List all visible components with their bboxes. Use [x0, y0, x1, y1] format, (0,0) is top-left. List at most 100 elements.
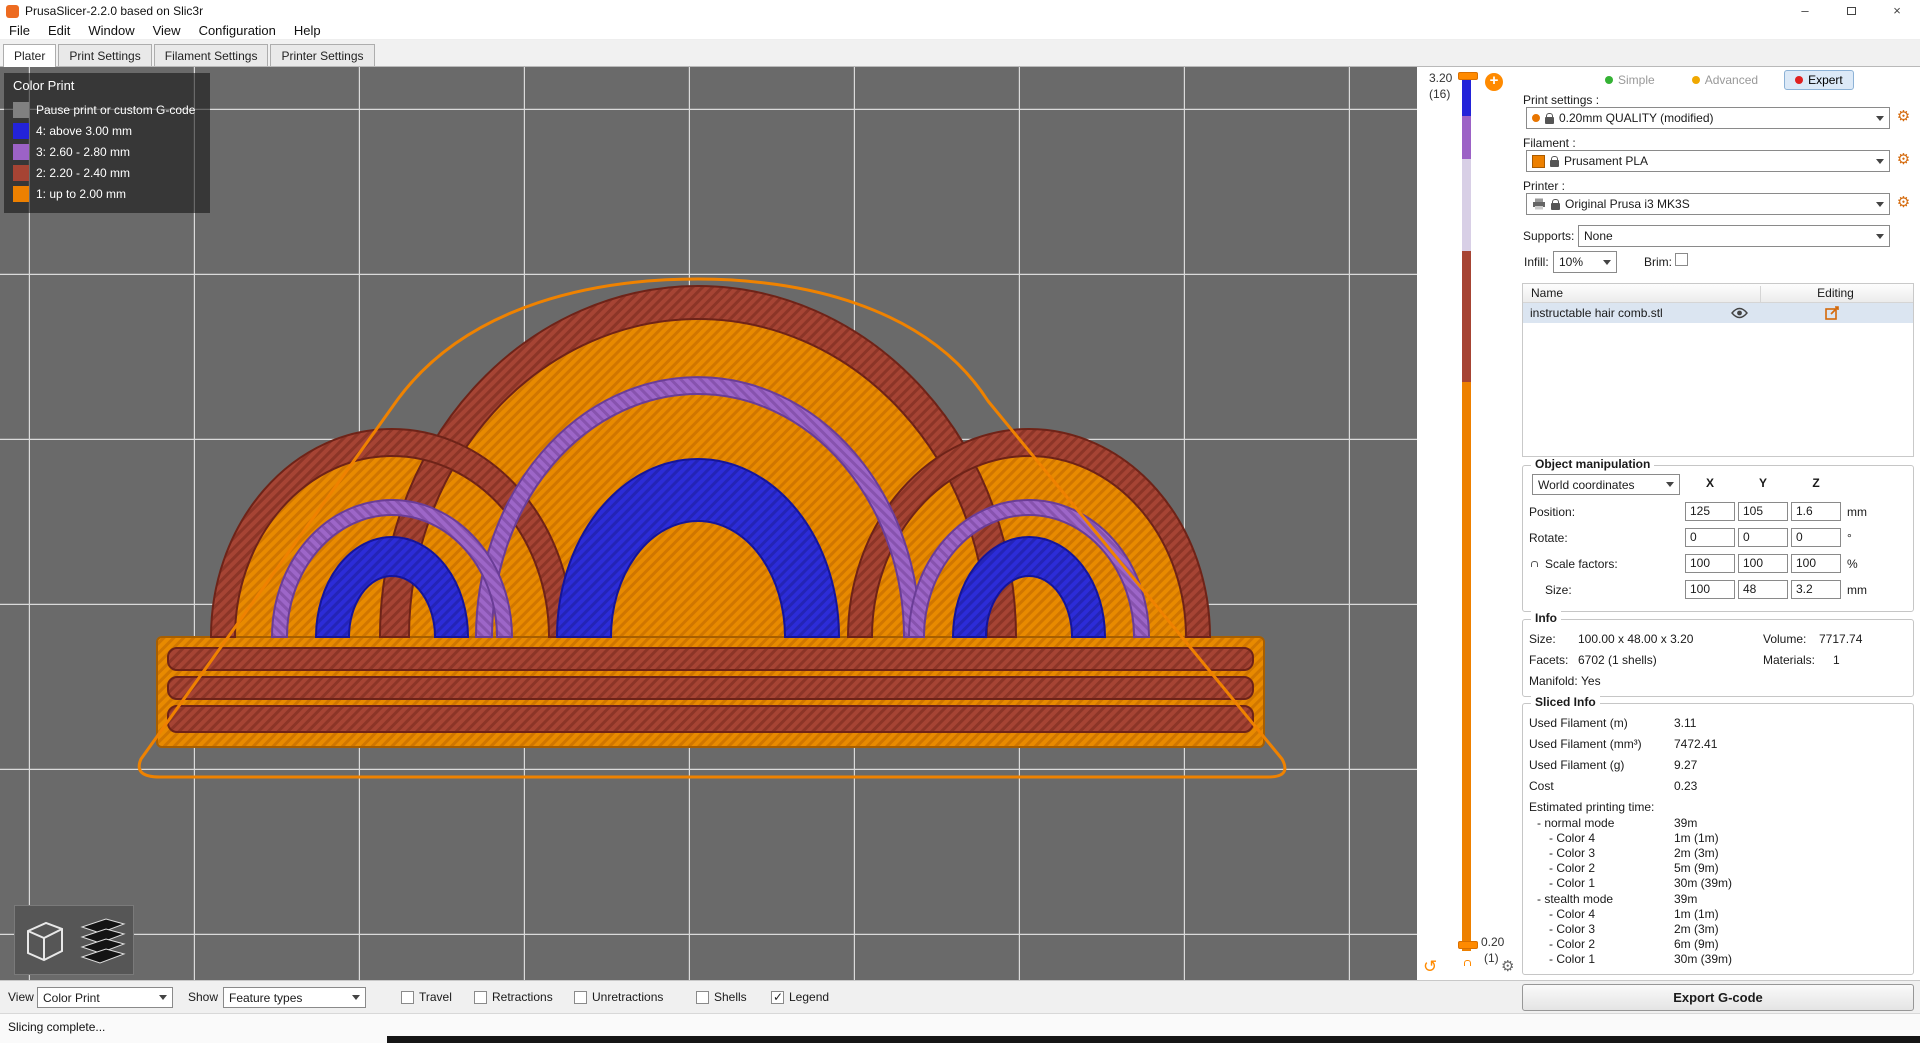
supports-label: Supports:: [1523, 229, 1575, 243]
scale-x-input[interactable]: 100: [1685, 554, 1735, 573]
slider-settings-gear-icon[interactable]: ⚙: [1501, 957, 1514, 975]
legend-swatch-color1: [13, 185, 29, 202]
mode-advanced[interactable]: Advanced: [1681, 70, 1769, 90]
time-row-label: - Color 2: [1549, 861, 1596, 875]
rotate-z-input[interactable]: 0: [1791, 528, 1841, 547]
slider-top-handle[interactable]: [1458, 72, 1478, 80]
legend-item: 3: 2.60 - 2.80 mm: [13, 141, 204, 162]
slider-segment-purple[interactable]: [1462, 116, 1471, 159]
menu-edit[interactable]: Edit: [39, 22, 79, 40]
advanced-dot-icon: [1691, 76, 1700, 84]
rotate-label: Rotate:: [1529, 531, 1568, 545]
menu-file[interactable]: File: [0, 22, 39, 40]
bottom-dark-strip: [387, 1036, 1920, 1043]
tab-filament-settings[interactable]: Filament Settings: [153, 44, 269, 66]
supports-select[interactable]: None: [1578, 225, 1890, 247]
printer-icon: [1533, 198, 1545, 210]
time-row-value: 1m (1m): [1674, 831, 1719, 845]
view-label: View: [8, 990, 34, 1004]
legend-item: 1: up to 2.00 mm: [13, 183, 204, 204]
unretractions-checkbox[interactable]: [574, 991, 587, 1004]
minimize-button[interactable]: –: [1782, 0, 1828, 22]
filament-select[interactable]: Prusament PLA: [1526, 150, 1890, 172]
legend-item: 4: above 3.00 mm: [13, 120, 204, 141]
add-color-change-button[interactable]: +: [1485, 73, 1503, 91]
maximize-icon: [1846, 7, 1856, 15]
legend-swatch-pause: [13, 101, 29, 118]
export-gcode-button[interactable]: Export G-code: [1522, 984, 1914, 1011]
chevron-down-icon: [1603, 259, 1611, 265]
tab-bar: Plater Print Settings Filament Settings …: [0, 40, 1920, 67]
chevron-down-icon: [1876, 201, 1884, 207]
maximize-button[interactable]: [1828, 0, 1874, 22]
close-button[interactable]: ×: [1874, 0, 1920, 22]
scale-label: Scale factors:: [1545, 557, 1618, 571]
printer-gear-icon[interactable]: ⚙: [1894, 194, 1913, 213]
shells-checkbox[interactable]: [696, 991, 709, 1004]
menu-help[interactable]: Help: [285, 22, 330, 40]
info-materials-value: 1: [1833, 653, 1840, 667]
rotate-y-input[interactable]: 0: [1738, 528, 1788, 547]
legend-title: Color Print: [13, 78, 75, 93]
tab-print-settings[interactable]: Print Settings: [58, 44, 152, 66]
sliced-row-value: 0.23: [1674, 779, 1698, 793]
sliced-model-canvas: [0, 67, 1417, 980]
object-row[interactable]: instructable hair comb.stl: [1523, 303, 1913, 323]
mode-simple[interactable]: Simple: [1594, 70, 1666, 90]
retractions-checkbox[interactable]: [474, 991, 487, 1004]
edit-object-icon[interactable]: [1825, 306, 1839, 320]
rotate-x-input[interactable]: 0: [1685, 528, 1735, 547]
filament-gear-icon[interactable]: ⚙: [1894, 151, 1913, 170]
menu-view[interactable]: View: [144, 22, 190, 40]
layers-view-icon[interactable]: [80, 914, 126, 966]
settings-panel: Simple Advanced Expert Print settings : …: [1518, 67, 1920, 980]
filament-label: Filament :: [1523, 136, 1576, 150]
time-row-label: - Color 2: [1549, 937, 1596, 951]
tab-printer-settings[interactable]: Printer Settings: [270, 44, 375, 66]
position-y-input[interactable]: 105: [1738, 502, 1788, 521]
eye-icon[interactable]: [1731, 307, 1748, 319]
position-x-input[interactable]: 125: [1685, 502, 1735, 521]
menu-window[interactable]: Window: [79, 22, 143, 40]
sliced-row-label: Used Filament (g): [1529, 758, 1625, 772]
legend-item: Pause print or custom G-code: [13, 99, 204, 120]
coordinates-select[interactable]: World coordinates: [1532, 474, 1680, 495]
undo-icon[interactable]: ↺: [1423, 957, 1437, 977]
show-label: Show: [188, 990, 219, 1004]
slider-bottom-handle[interactable]: [1458, 941, 1478, 949]
chevron-down-icon: [159, 995, 167, 1000]
infill-select[interactable]: 10%: [1553, 251, 1617, 273]
print-settings-gear-icon[interactable]: ⚙: [1894, 108, 1913, 127]
scale-y-input[interactable]: 100: [1738, 554, 1788, 573]
show-select[interactable]: Feature types: [223, 987, 366, 1008]
name-column-header[interactable]: Name: [1531, 286, 1563, 300]
sliced-row-value: 3.11: [1674, 716, 1697, 730]
chevron-down-icon: [1666, 482, 1674, 487]
slider-segment-pale[interactable]: [1462, 159, 1471, 251]
size-z-input[interactable]: 3.2: [1791, 580, 1841, 599]
size-y-input[interactable]: 48: [1738, 580, 1788, 599]
mode-expert[interactable]: Expert: [1784, 70, 1854, 90]
cube-view-icon[interactable]: [22, 914, 66, 966]
object-manipulation-group: Object manipulation World coordinates X …: [1522, 457, 1914, 612]
position-z-input[interactable]: 1.6: [1791, 502, 1841, 521]
3d-viewport[interactable]: Color Print Pause print or custom G-code…: [0, 67, 1417, 980]
slider-segment-maroon[interactable]: [1462, 251, 1471, 382]
print-settings-select[interactable]: 0.20mm QUALITY (modified): [1526, 107, 1890, 129]
view-select[interactable]: Color Print: [37, 987, 173, 1008]
printer-select[interactable]: Original Prusa i3 MK3S: [1526, 193, 1890, 215]
time-row-label: - Color 1: [1549, 952, 1596, 966]
scale-z-input[interactable]: 100: [1791, 554, 1841, 573]
sliced-row-label: Used Filament (m): [1529, 716, 1628, 730]
menu-configuration[interactable]: Configuration: [190, 22, 285, 40]
info-volume-label: Volume:: [1763, 632, 1807, 646]
slider-segment-orange[interactable]: [1462, 382, 1471, 951]
lock-icon: [1551, 198, 1560, 210]
object-list-header: Name Editing: [1523, 284, 1913, 305]
legend-checkbox[interactable]: [771, 990, 784, 1004]
tab-plater[interactable]: Plater: [3, 44, 57, 67]
brim-checkbox[interactable]: [1675, 253, 1688, 266]
travel-checkbox[interactable]: [401, 991, 414, 1004]
size-x-input[interactable]: 100: [1685, 580, 1735, 599]
slider-segment-blue[interactable]: [1462, 76, 1471, 116]
